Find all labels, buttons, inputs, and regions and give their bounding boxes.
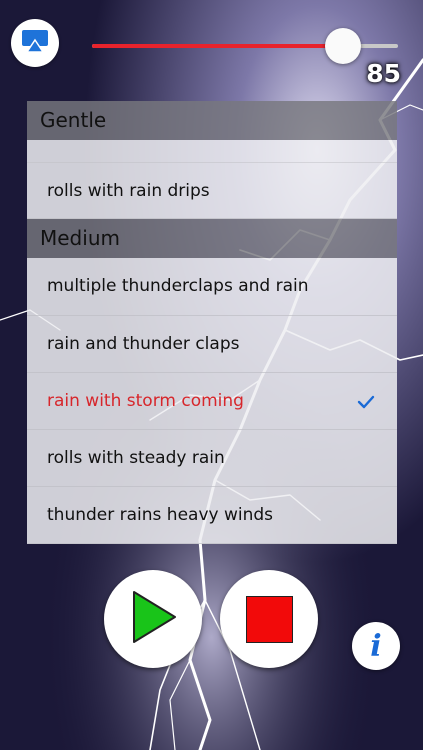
section-header-gentle: Gentle [27, 101, 397, 140]
airplay-icon [21, 29, 49, 57]
list-item-label: thunder rains heavy winds [47, 505, 274, 525]
list-item-label: rolls with rain drips [47, 181, 210, 201]
list-item-label: rain and thunder claps [47, 334, 240, 354]
info-icon: i [370, 628, 382, 664]
volume-slider[interactable] [92, 27, 398, 65]
list-spacer [27, 140, 397, 162]
play-button[interactable] [104, 570, 202, 668]
volume-thumb[interactable] [324, 28, 361, 64]
sound-list[interactable]: Gentle rolls with rain drips Medium mult… [27, 101, 397, 556]
list-item-label: rain with storm coming [47, 391, 244, 411]
list-item-label: multiple thunderclaps and rain [47, 276, 309, 296]
volume-track-fill [92, 44, 343, 48]
section-header-medium: Medium [27, 219, 397, 258]
list-item-label: rolls with steady rain [47, 448, 225, 468]
info-button[interactable]: i [352, 622, 400, 670]
play-icon [128, 589, 178, 649]
list-item[interactable]: thunder rains heavy winds [27, 487, 397, 544]
stop-icon [245, 595, 293, 643]
list-item[interactable]: multiple thunderclaps and rain [27, 258, 397, 316]
list-item[interactable]: rolls with steady rain [27, 430, 397, 487]
checkmark-icon [357, 373, 375, 430]
airplay-button[interactable] [11, 19, 59, 67]
list-item-selected[interactable]: rain with storm coming [27, 373, 397, 430]
list-item[interactable]: rain and thunder claps [27, 316, 397, 373]
stop-button[interactable] [220, 570, 318, 668]
volume-value: 85 [366, 59, 401, 88]
list-item[interactable]: rolls with rain drips [27, 162, 397, 219]
